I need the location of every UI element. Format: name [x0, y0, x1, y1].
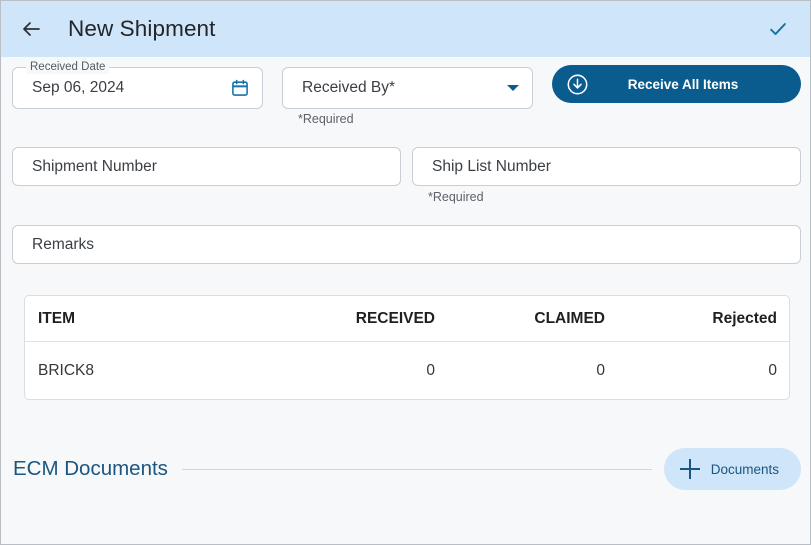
cell-rejected[interactable]: 0: [768, 362, 777, 380]
column-header-rejected: Rejected: [712, 309, 777, 327]
ship-list-number-required-note: *Required: [428, 190, 484, 204]
ship-list-number-field[interactable]: Ship List Number: [412, 147, 801, 186]
received-date-label: Received Date: [26, 60, 110, 74]
received-date-field[interactable]: Received Date Sep 06, 2024: [12, 60, 263, 109]
back-button[interactable]: [11, 9, 51, 49]
cell-received[interactable]: 0: [426, 362, 435, 380]
checkmark-icon: [770, 23, 786, 36]
new-shipment-screen: New Shipment Received Date Sep 06, 2024 …: [0, 0, 811, 545]
plus-icon: [679, 459, 700, 479]
confirm-button[interactable]: [758, 9, 798, 49]
page-title: New Shipment: [68, 16, 216, 41]
received-by-select[interactable]: Received By*: [282, 67, 533, 109]
arrow-left-icon: [23, 22, 40, 36]
calendar-icon[interactable]: [230, 78, 250, 98]
table-row[interactable]: BRICK8 0 0 0: [25, 342, 789, 399]
column-header-item: ITEM: [38, 309, 76, 327]
receive-all-items-label: Receive All Items: [627, 76, 739, 92]
received-date-value: Sep 06, 2024: [32, 79, 125, 96]
column-header-received: RECEIVED: [355, 309, 435, 327]
received-by-placeholder: Received By*: [302, 79, 396, 96]
items-table: ITEM RECEIVED CLAIMED Rejected BRICK8 0 …: [24, 295, 790, 400]
app-bar: New Shipment: [1, 1, 810, 57]
cell-item: BRICK8: [38, 361, 94, 379]
received-by-required-note: *Required: [298, 112, 354, 126]
add-documents-button[interactable]: Documents: [663, 448, 801, 490]
ecm-documents-title: ECM Documents: [13, 457, 168, 480]
remarks-field[interactable]: Remarks: [12, 225, 801, 264]
section-divider: [181, 468, 652, 470]
arrow-down-circle-icon: [565, 72, 589, 96]
add-documents-label: Documents: [710, 461, 779, 477]
column-header-claimed: CLAIMED: [534, 309, 605, 327]
receive-all-items-button[interactable]: Receive All Items: [552, 65, 801, 103]
remarks-placeholder: Remarks: [32, 235, 95, 253]
cell-claimed[interactable]: 0: [596, 362, 605, 380]
ship-list-number-placeholder: Ship List Number: [432, 157, 551, 175]
shipment-number-field[interactable]: Shipment Number: [12, 147, 401, 186]
chevron-down-icon[interactable]: [507, 85, 519, 91]
shipment-number-placeholder: Shipment Number: [32, 157, 157, 175]
ecm-documents-section: ECM Documents Documents: [12, 446, 801, 492]
table-header-row: ITEM RECEIVED CLAIMED Rejected: [25, 296, 789, 342]
